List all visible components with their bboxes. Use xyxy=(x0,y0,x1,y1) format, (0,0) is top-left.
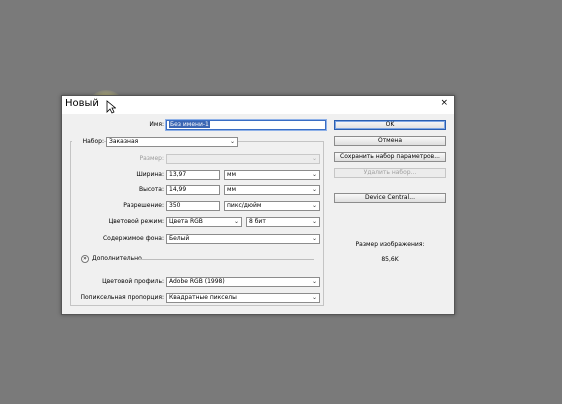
preset-value: Заказная xyxy=(109,138,139,145)
preset-label: Набор: xyxy=(72,138,104,145)
chevron-down-icon: ⌄ xyxy=(311,155,317,162)
height-unit-select[interactable]: мм ⌄ xyxy=(224,185,320,195)
image-size-label: Размер изображения: xyxy=(355,241,425,248)
mouse-pointer-icon xyxy=(106,100,116,114)
resolution-unit-value: пикс/дюйм xyxy=(227,202,262,209)
width-unit-value: мм xyxy=(227,171,237,178)
chevron-down-icon: ⌄ xyxy=(311,186,317,193)
color-mode-select[interactable]: Цвета RGB ⌄ xyxy=(166,217,242,227)
close-icon[interactable]: × xyxy=(440,98,448,108)
height-value: 14,99 xyxy=(169,186,187,193)
chevron-down-icon: ⌄ xyxy=(311,294,317,301)
image-size-value: 85,6K xyxy=(381,256,399,263)
advanced-label: Дополнительно xyxy=(92,255,142,262)
dialog-title: Новый xyxy=(65,98,99,109)
cancel-button[interactable]: Отмена xyxy=(334,136,446,146)
chevron-down-icon: ⌄ xyxy=(311,235,317,242)
color-profile-value: Adobe RGB (1998) xyxy=(169,278,225,285)
pixel-aspect-label: Попиксельная пропорция: xyxy=(80,294,164,301)
width-unit-select[interactable]: мм ⌄ xyxy=(224,170,320,180)
delete-preset-button[interactable]: Удалить набор... xyxy=(334,168,446,178)
name-label: Имя: xyxy=(149,121,164,128)
ok-button[interactable]: OK xyxy=(334,120,446,130)
name-input[interactable]: Без имени-1 xyxy=(166,120,326,130)
height-label: Высота: xyxy=(138,186,164,193)
save-preset-button[interactable]: Сохранить набор параметров... xyxy=(334,152,446,162)
chevron-down-icon: ⌄ xyxy=(311,278,317,285)
width-label: Ширина: xyxy=(136,171,164,178)
background-label: Содержимое фона: xyxy=(102,235,164,242)
advanced-divider xyxy=(138,259,314,260)
background-select[interactable]: Белый ⌄ xyxy=(166,234,320,244)
background-value: Белый xyxy=(169,235,190,242)
bit-depth-select[interactable]: 8 бит ⌄ xyxy=(246,217,320,227)
title-bar[interactable]: Новый × xyxy=(62,96,454,114)
chevron-down-icon: ⌄ xyxy=(311,171,317,178)
preset-select[interactable]: Заказная ⌄ xyxy=(106,137,238,147)
double-chevron-icon: » xyxy=(83,255,87,262)
color-mode-value: Цвета RGB xyxy=(169,218,203,225)
resolution-unit-select[interactable]: пикс/дюйм ⌄ xyxy=(224,201,320,211)
pixel-aspect-select[interactable]: Квадратные пикселы ⌄ xyxy=(166,293,320,303)
chevron-down-icon: ⌄ xyxy=(311,202,317,209)
color-mode-label: Цветовой режим: xyxy=(108,218,164,225)
chevron-down-icon: ⌄ xyxy=(233,218,239,225)
chevron-down-icon: ⌄ xyxy=(229,138,235,145)
pixel-aspect-value: Квадратные пикселы xyxy=(169,294,237,301)
height-unit-value: мм xyxy=(227,186,237,193)
bit-depth-value: 8 бит xyxy=(249,218,266,225)
color-profile-label: Цветовой профиль: xyxy=(102,278,164,285)
resolution-label: Разрешение: xyxy=(123,202,164,209)
size-select[interactable]: ⌄ xyxy=(166,154,320,164)
new-document-dialog: Новый × Имя: Без имени-1 Набор: Заказная… xyxy=(61,95,455,315)
color-profile-select[interactable]: Adobe RGB (1998) ⌄ xyxy=(166,277,320,287)
resolution-value: 350 xyxy=(169,202,181,209)
width-input[interactable]: 13,97 xyxy=(166,170,220,180)
chevron-down-icon: ⌄ xyxy=(311,218,317,225)
device-central-button[interactable]: Device Central... xyxy=(334,193,446,203)
advanced-toggle-button[interactable]: » xyxy=(81,255,89,263)
width-value: 13,97 xyxy=(169,171,187,178)
size-label: Размер: xyxy=(139,155,164,162)
height-input[interactable]: 14,99 xyxy=(166,185,220,195)
resolution-input[interactable]: 350 xyxy=(166,201,220,211)
name-input-value: Без имени-1 xyxy=(169,121,210,128)
